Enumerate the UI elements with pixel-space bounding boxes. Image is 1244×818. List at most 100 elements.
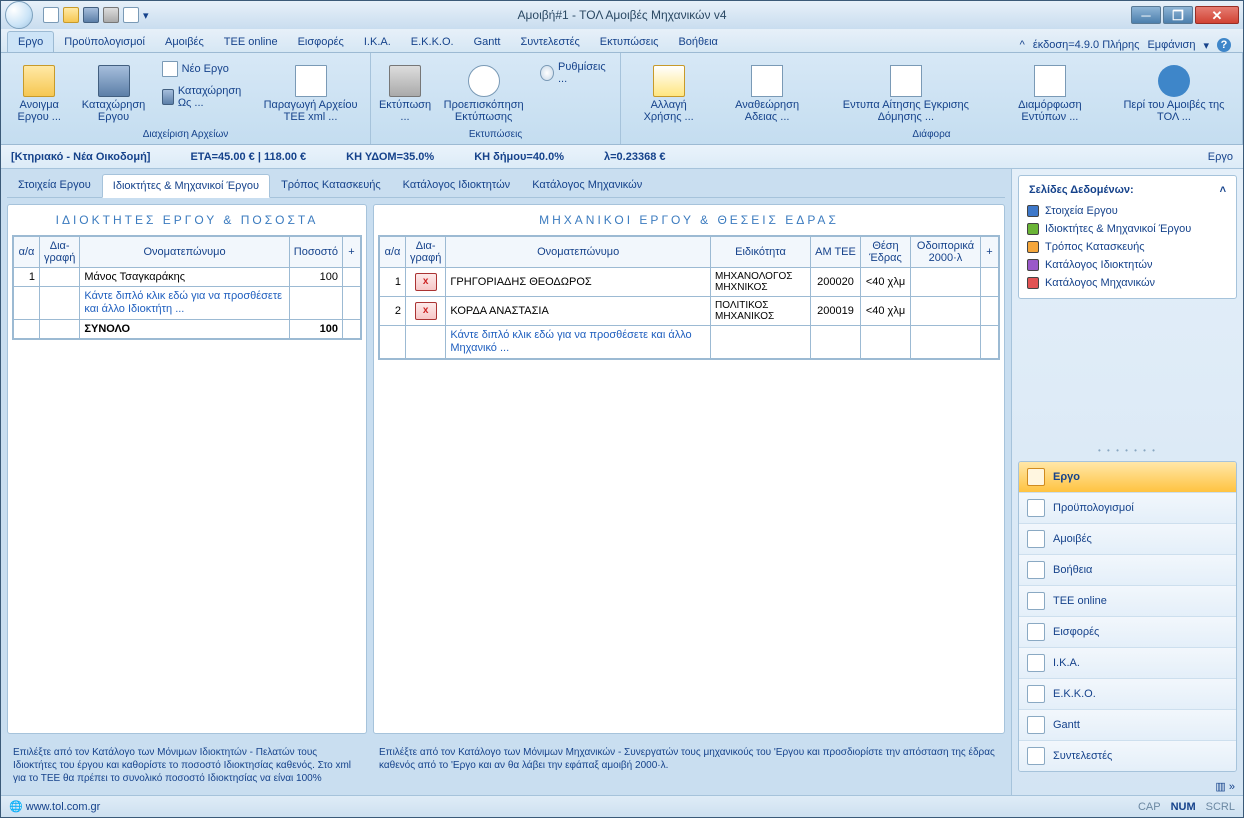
version-label: έκδοση=4.9.0 Πλήρης — [1033, 39, 1140, 51]
scrl-indicator: SCRL — [1206, 801, 1235, 813]
nav-item[interactable]: ΤΕΕ online — [1019, 585, 1236, 616]
table-row: Κάντε διπλό κλικ εδώ για να προσθέσετε κ… — [380, 326, 999, 359]
sidebar-page-item[interactable]: Κατάλογος Μηχανικών — [1025, 274, 1230, 292]
ribbon-tab-fees[interactable]: Αμοιβές — [155, 32, 214, 52]
change-use-button[interactable]: Αλλαγή Χρήσης ... — [625, 55, 712, 127]
color-icon — [1027, 277, 1039, 289]
window-title: Αμοιβή#1 - ΤΟΛ Αμοιβές Μηχανικών v4 — [1, 8, 1243, 22]
subtab-owners-engineers[interactable]: Ιδιοκτήτες & Μηχανικοί Έργου — [102, 174, 270, 198]
ribbon-tab-help[interactable]: Βοήθεια — [668, 32, 727, 52]
subtab-construction[interactable]: Τρόπος Κατασκευής — [270, 173, 392, 197]
nav-icon — [1027, 747, 1045, 765]
nav-icon — [1027, 468, 1045, 486]
engineers-add-hint[interactable]: Κάντε διπλό κλικ εδώ για να προσθέσετε κ… — [446, 326, 711, 359]
nav-item[interactable]: Προϋπολογισμοί — [1019, 492, 1236, 523]
ribbon-tab-gantt[interactable]: Gantt — [464, 32, 511, 52]
qat-dropdown-icon[interactable]: ▾ — [143, 9, 149, 22]
owners-tip: Επιλέξτε από τον Κατάλογο των Μόνιμων Ιδ… — [7, 740, 367, 791]
about-button[interactable]: Περί του Αμοιβές της ΤΟΛ ... — [1110, 55, 1238, 127]
khydom-value: ΚΗ ΥΔΟΜ=35.0% — [346, 151, 434, 163]
status-url[interactable]: www.tol.com.gr — [26, 801, 101, 813]
color-icon — [1027, 223, 1039, 235]
help-icon[interactable]: ? — [1217, 38, 1231, 52]
save-project-button[interactable]: Καταχώρηση Εργου — [75, 55, 151, 127]
sidebar-page-item[interactable]: Κατάλογος Ιδιοκτητών — [1025, 256, 1230, 274]
owners-grid[interactable]: α/α Δια- γραφή Ονοματεπώνυμο Ποσοστό + 1… — [12, 235, 362, 340]
ribbon-tab-eisf[interactable]: Εισφορές — [288, 32, 354, 52]
table-row: ΣΥΝΟΛΟ 100 — [14, 320, 361, 339]
sidebar-page-item[interactable]: Στοιχεία Εργου — [1025, 202, 1230, 220]
engineers-panel-title: ΜΗΧΑΝΙΚΟΙ ΕΡΓΟΥ & ΘΕΣΕΙΣ ΕΔΡΑΣ — [374, 205, 1004, 235]
qat-misc-icon[interactable] — [123, 7, 139, 23]
print-settings-button[interactable]: Ρυθμίσεις ... — [536, 59, 612, 87]
delete-row-button[interactable]: x — [415, 273, 437, 291]
group-misc-label: Διάφορα — [625, 127, 1238, 142]
nav-icon — [1027, 685, 1045, 703]
xml-export-button[interactable]: Παραγωγή Αρχείου ΤΕΕ xml ... — [255, 55, 366, 127]
lambda-value: λ=0.23368 € — [604, 151, 665, 163]
delete-row-button[interactable]: x — [415, 302, 437, 320]
cap-indicator: CAP — [1138, 801, 1161, 813]
ribbon-tab-ekko[interactable]: Ε.Κ.Κ.Ο. — [401, 32, 464, 52]
qat-open-icon[interactable] — [63, 7, 79, 23]
subtab-project-info[interactable]: Στοιχεία Εργου — [7, 173, 102, 197]
sidebar-page-item[interactable]: Τρόπος Κατασκευής — [1025, 238, 1230, 256]
subtab-owner-catalog[interactable]: Κατάλογος Ιδιοκτητών — [392, 173, 522, 197]
app-forms-button[interactable]: Εντυπα Αίτησης Εγκρισης Δόμησης ... — [822, 55, 990, 127]
subtab-engineer-catalog[interactable]: Κατάλογος Μηχανικών — [521, 173, 653, 197]
sb-pages-title: Σελίδες Δεδομένων: — [1029, 184, 1134, 196]
app-orb[interactable] — [5, 1, 33, 29]
group-files-label: Διαχείριση Αρχείων — [5, 127, 366, 142]
collapse-icon[interactable]: ˄ — [1220, 184, 1226, 196]
nav-icon — [1027, 623, 1045, 641]
qat-save-icon[interactable] — [83, 7, 99, 23]
ribbon-tab-tee[interactable]: ΤΕΕ online — [214, 32, 288, 52]
form-layout-button[interactable]: Διαμόρφωση Εντύπων ... — [992, 55, 1108, 127]
minimize-button[interactable]: ─ — [1131, 6, 1161, 24]
ribbon-tab-ika[interactable]: Ι.Κ.Α. — [354, 32, 401, 52]
nav-icon — [1027, 499, 1045, 517]
ribbon-tab-ergo[interactable]: Εργο — [7, 31, 54, 52]
table-row: Κάντε διπλό κλικ εδώ για να προσθέσετε κ… — [14, 287, 361, 320]
ribbon-tab-prints[interactable]: Εκτυπώσεις — [590, 32, 669, 52]
new-project-button[interactable]: Νέο Εργο — [158, 59, 249, 79]
nav-item[interactable]: Εισφορές — [1019, 616, 1236, 647]
owners-add-hint[interactable]: Κάντε διπλό κλικ εδώ για να προσθέσετε κ… — [80, 287, 289, 320]
qat-print-icon[interactable] — [103, 7, 119, 23]
color-icon — [1027, 241, 1039, 253]
revise-license-button[interactable]: Αναθεώρηση Αδειας ... — [714, 55, 820, 127]
nav-icon — [1027, 561, 1045, 579]
nav-item[interactable]: Αμοιβές — [1019, 523, 1236, 554]
nav-item[interactable]: Εργο — [1019, 462, 1236, 492]
engineers-grid[interactable]: α/α Δια- γραφή Ονοματεπώνυμο Ειδικότητα … — [378, 235, 1000, 360]
table-row: 1 x ΓΡΗΓΟΡΙΑΔΗΣ ΘΕΟΔΩΡΟΣ ΜΗΧΑΝΟΛΟΓΟΣ ΜΗΧ… — [380, 268, 999, 297]
engineers-tip: Επιλέξτε από τον Κατάλογο των Μόνιμων Μη… — [373, 740, 1005, 791]
open-project-button[interactable]: Ανοιγμα Εργου ... — [5, 55, 73, 127]
save-as-button[interactable]: Καταχώρηση Ως ... — [158, 83, 249, 111]
nav-icon — [1027, 654, 1045, 672]
sidebar-chevron-icon[interactable]: » — [1229, 781, 1235, 793]
close-button[interactable]: ✕ — [1195, 6, 1239, 24]
qat-new-icon[interactable] — [43, 7, 59, 23]
ribbon-tab-coef[interactable]: Συντελεστές — [510, 32, 589, 52]
sidebar-grip[interactable]: • • • • • • • — [1012, 444, 1243, 457]
ribbon-tab-budgets[interactable]: Προϋπολογισμοί — [54, 32, 155, 52]
nav-item[interactable]: Συντελεστές — [1019, 740, 1236, 771]
nav-item[interactable]: Ε.Κ.Κ.Ο. — [1019, 678, 1236, 709]
sidebar-options-icon[interactable]: ▥ — [1215, 781, 1225, 793]
print-button[interactable]: Εκτύπωση ... — [375, 55, 435, 127]
status-url-icon: 🌐 — [9, 800, 23, 813]
nav-icon — [1027, 592, 1045, 610]
maximize-button[interactable]: ❐ — [1163, 6, 1193, 24]
table-row: 2 x ΚΟΡΔΑ ΑΝΑΣΤΑΣΙΑ ΠΟΛΙΤΙΚΟΣ ΜΗΧΑΝΙΚΟΣ … — [380, 297, 999, 326]
owners-total: 100 — [289, 320, 342, 339]
appearance-menu[interactable]: Εμφάνιση — [1147, 39, 1195, 51]
nav-item[interactable]: Βοήθεια — [1019, 554, 1236, 585]
nav-item[interactable]: Gantt — [1019, 709, 1236, 740]
nav-item[interactable]: Ι.Κ.Α. — [1019, 647, 1236, 678]
sidebar-page-item[interactable]: Ιδιοκτήτες & Μηχανικοί Έργου — [1025, 220, 1230, 238]
project-badge: [Κτηριακό - Νέα Οικοδομή] — [11, 151, 150, 163]
owners-panel-title: ΙΔΙΟΚΤΗΤΕΣ ΕΡΓΟΥ & ΠΟΣΟΣΤΑ — [8, 205, 366, 235]
ribbon-tab-strip: Εργο Προϋπολογισμοί Αμοιβές ΤΕΕ online Ε… — [1, 29, 1243, 53]
preview-button[interactable]: Προεπισκόπηση Εκτύπωσης — [437, 55, 530, 127]
